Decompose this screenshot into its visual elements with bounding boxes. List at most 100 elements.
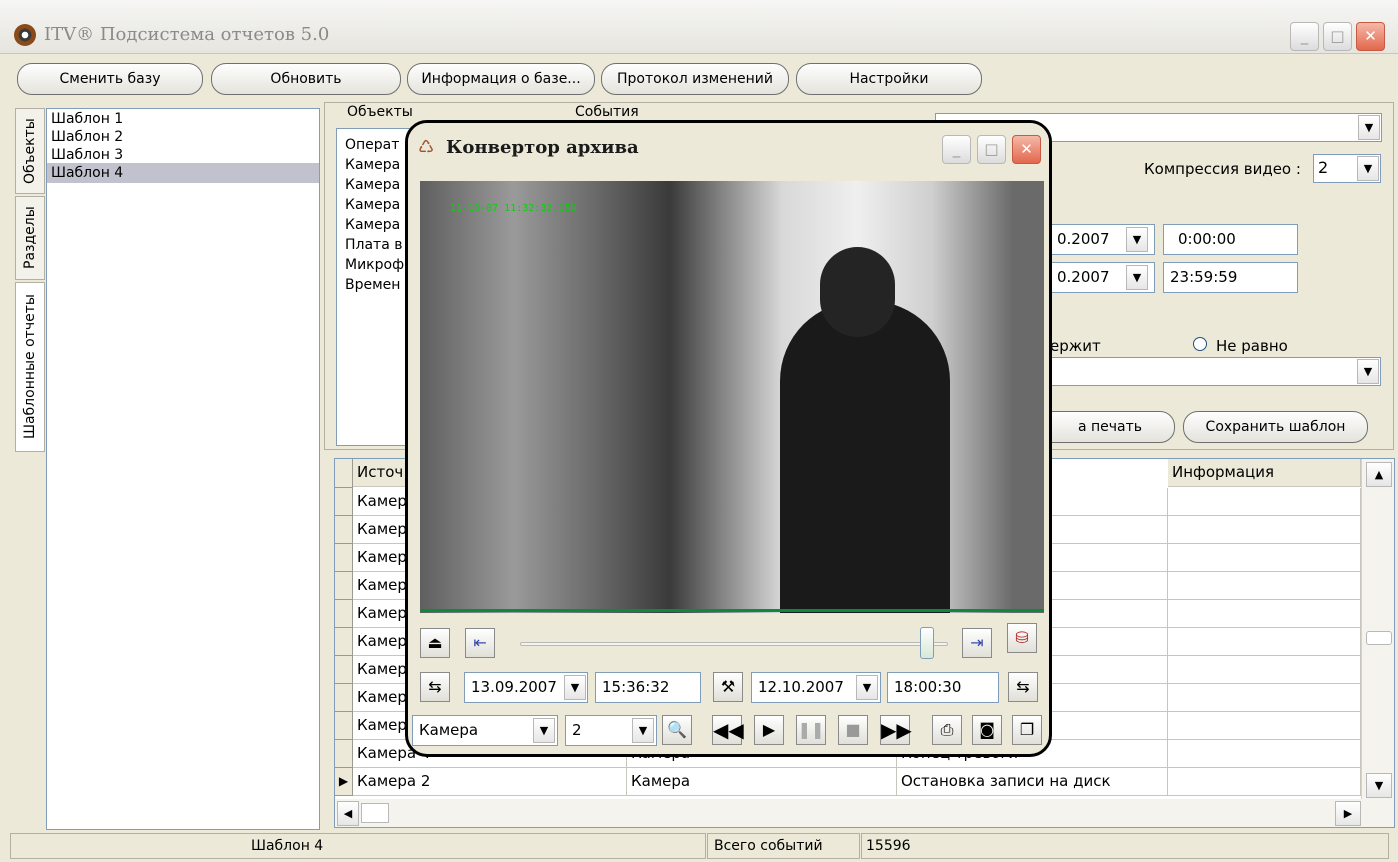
tab-sections[interactable]: Разделы xyxy=(15,196,45,280)
db-info-button[interactable]: Информация о базе... xyxy=(407,63,595,95)
cell-info xyxy=(1168,488,1361,516)
chevron-down-icon[interactable]: ▼ xyxy=(1126,265,1148,290)
tools-icon[interactable]: ⚒ xyxy=(713,672,743,702)
fast-forward-icon[interactable]: ▶▶ xyxy=(880,715,912,745)
chevron-down-icon[interactable]: ▼ xyxy=(533,718,555,743)
change-db-button[interactable]: Сменить базу xyxy=(17,63,203,95)
contains-radio-label: ержит xyxy=(1050,337,1101,355)
app-logo-icon xyxy=(14,24,36,46)
person-silhouette xyxy=(780,301,950,613)
dialog-minimize-button[interactable]: _ xyxy=(942,135,971,164)
template-item[interactable]: Шаблон 3 xyxy=(47,145,319,165)
current-row-arrow-icon: ▶ xyxy=(335,768,353,796)
minimize-button[interactable]: _ xyxy=(1290,22,1319,51)
column-header-info[interactable]: Информация xyxy=(1168,459,1361,487)
person-head xyxy=(820,247,895,337)
not-equal-radio-label: Не равно xyxy=(1216,337,1288,355)
time-from-value: 0:00:00 xyxy=(1178,230,1236,248)
source-id-value: 2 xyxy=(572,721,582,739)
settings-button[interactable]: Настройки xyxy=(796,63,982,95)
video-timestamp: 11-10-07 11:32:32.150 xyxy=(450,203,577,214)
play-icon[interactable]: ▶ xyxy=(754,715,784,745)
timeline-track[interactable] xyxy=(520,642,948,646)
goto-end-icon[interactable]: ⇆ xyxy=(1008,672,1038,702)
time-to-value: 23:59:59 xyxy=(1170,268,1238,286)
time-to-field[interactable]: 23:59:59 xyxy=(1163,262,1298,293)
cell-type: Камера xyxy=(627,768,897,796)
events-group-label: События xyxy=(572,104,642,120)
video-frame: 11-10-07 11:32:32.150 xyxy=(420,181,1044,613)
cell-info xyxy=(1168,572,1361,600)
pause-icon[interactable]: ❚❚ xyxy=(796,715,826,745)
export-disk-icon[interactable]: ⛁ xyxy=(1007,623,1037,653)
set-start-icon[interactable]: ⇤ xyxy=(465,628,495,658)
vertical-scrollbar[interactable]: ▲ ▼ xyxy=(1361,459,1394,799)
cell-info xyxy=(1168,516,1361,544)
dialog-title-bar: ♺ Конвертор архива _ □ ✕ xyxy=(408,123,1049,179)
app-title: ITV® Подсистема отчетов 5.0 xyxy=(44,24,330,45)
converter-icon: ♺ xyxy=(418,137,435,158)
horizontal-scrollbar[interactable]: ◀ ▶ xyxy=(335,799,1394,827)
video-progress-line xyxy=(420,609,1044,612)
chevron-down-icon[interactable]: ▼ xyxy=(632,718,654,743)
template-item[interactable]: Шаблон 1 xyxy=(47,109,319,129)
goto-start-icon[interactable]: ⇆ xyxy=(420,672,450,702)
status-total-value: 15596 xyxy=(861,833,1389,859)
objects-group-label: Объекты xyxy=(344,104,416,120)
rewind-icon[interactable]: ◀◀ xyxy=(712,715,744,745)
eject-icon[interactable]: ⏏ xyxy=(420,628,450,658)
compression-value: 2 xyxy=(1318,158,1329,177)
dialog-time-from[interactable]: 15:36:32 xyxy=(595,672,701,703)
cell-info xyxy=(1168,544,1361,572)
chevron-down-icon: ▼ xyxy=(1357,156,1379,181)
camera-snapshot-icon[interactable]: ◙ xyxy=(972,715,1002,745)
changelog-button[interactable]: Протокол изменений xyxy=(601,63,789,95)
template-item-selected[interactable]: Шаблон 4 xyxy=(47,163,319,183)
scroll-thumb[interactable] xyxy=(361,803,389,823)
chevron-down-icon[interactable]: ▼ xyxy=(564,675,586,700)
cell-info xyxy=(1168,684,1361,712)
refresh-button[interactable]: Обновить xyxy=(211,63,401,95)
scroll-up-icon[interactable]: ▲ xyxy=(1366,462,1392,487)
maximize-button[interactable]: □ xyxy=(1323,22,1352,51)
dialog-title: Конвертор архива xyxy=(446,137,639,158)
dialog-date-from-value: 13.09.2007 xyxy=(471,678,557,696)
template-item[interactable]: Шаблон 2 xyxy=(47,127,319,147)
set-end-icon[interactable]: ⇥ xyxy=(962,628,992,658)
compression-label: Компрессия видео : xyxy=(1144,160,1301,178)
save-template-button[interactable]: Сохранить шаблон xyxy=(1183,411,1368,443)
close-button[interactable]: ✕ xyxy=(1356,22,1385,51)
date-from-value: 0.2007 xyxy=(1057,230,1110,248)
dialog-time-to[interactable]: 18:00:30 xyxy=(887,672,999,703)
cell-info xyxy=(1168,600,1361,628)
value-dropdown[interactable]: ▼ xyxy=(1050,357,1381,386)
stop-icon[interactable]: ■ xyxy=(838,715,868,745)
dialog-time-to-value: 18:00:30 xyxy=(894,678,962,696)
not-equal-radio[interactable] xyxy=(1193,337,1207,351)
copy-frames-icon[interactable]: ❐ xyxy=(1012,715,1042,745)
dialog-time-from-value: 15:36:32 xyxy=(602,678,670,696)
compression-select[interactable]: 2 ▼ xyxy=(1313,154,1381,183)
dialog-date-to-value: 12.10.2007 xyxy=(758,678,844,696)
scroll-thumb[interactable] xyxy=(1366,631,1392,645)
timeline-thumb[interactable] xyxy=(919,627,934,659)
chevron-down-icon[interactable]: ▼ xyxy=(856,675,878,700)
date-to-value: 0.2007 xyxy=(1057,268,1110,286)
dialog-close-button[interactable]: ✕ xyxy=(1012,135,1041,164)
time-from-field[interactable]: 0:00:00 xyxy=(1163,224,1298,255)
tab-objects[interactable]: Объекты xyxy=(15,108,45,194)
dialog-maximize-button[interactable]: □ xyxy=(977,135,1006,164)
search-icon[interactable]: 🔍 xyxy=(662,715,692,745)
cell-info xyxy=(1168,768,1361,796)
status-template: Шаблон 4 xyxy=(10,833,706,859)
title-bar: ITV® Подсистема отчетов 5.0 _ □ ✕ xyxy=(0,0,1398,54)
chevron-down-icon: ▼ xyxy=(1358,115,1380,140)
print-button[interactable]: а печать xyxy=(1045,411,1175,443)
tab-template-reports[interactable]: Шаблонные отчеты xyxy=(15,282,45,452)
chevron-down-icon[interactable]: ▼ xyxy=(1126,227,1148,252)
scroll-right-icon[interactable]: ▶ xyxy=(1335,801,1361,826)
scroll-down-icon[interactable]: ▼ xyxy=(1366,773,1392,798)
print-icon[interactable]: ⎙ xyxy=(932,715,962,745)
table-row-current[interactable]: ▶ Камера 2 Камера Остановка записи на диск xyxy=(335,768,1361,796)
scroll-left-icon[interactable]: ◀ xyxy=(337,801,359,826)
